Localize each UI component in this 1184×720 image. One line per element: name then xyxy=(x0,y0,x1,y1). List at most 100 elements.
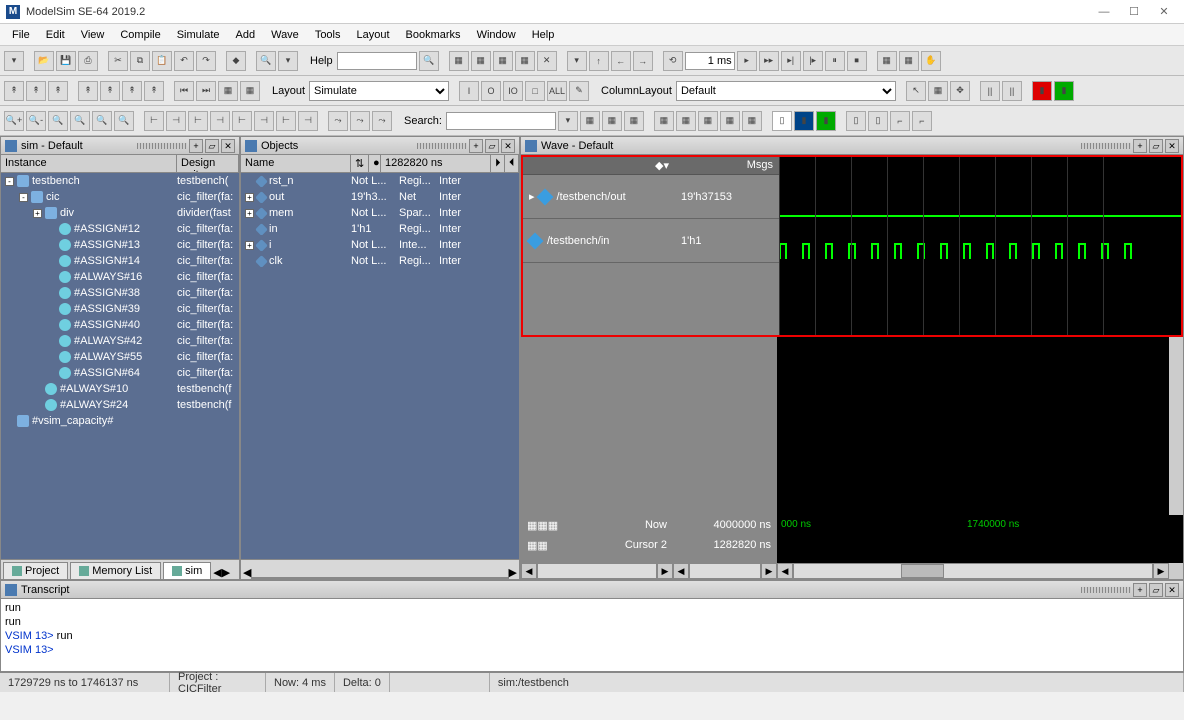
scroll-track[interactable] xyxy=(689,563,761,579)
run-time-input[interactable] xyxy=(685,52,735,70)
sim-add-button[interactable]: + xyxy=(189,139,203,153)
up-arrow-button[interactable]: ↑ xyxy=(589,51,609,71)
sig-red-icon[interactable]: ▮ xyxy=(1032,81,1052,101)
menu-edit[interactable]: Edit xyxy=(38,27,73,43)
mode-btn-2[interactable]: O xyxy=(481,81,501,101)
tb-btn-g[interactable]: ▦ xyxy=(877,51,897,71)
wave-btn-2[interactable]: ⊣ xyxy=(166,111,186,131)
cursor-btn-6[interactable]: ↟ xyxy=(144,81,164,101)
trans-btn-1[interactable]: ⤳ xyxy=(328,111,348,131)
wave-btn-5[interactable]: ⊢ xyxy=(232,111,252,131)
tb-btn-e[interactable]: ✕ xyxy=(537,51,557,71)
zoom-full-button[interactable]: 🔍 xyxy=(48,111,68,131)
trans-btn-3[interactable]: ⤳ xyxy=(372,111,392,131)
scroll-track[interactable] xyxy=(793,563,1153,579)
view-btn-6[interactable]: ⌐ xyxy=(890,111,910,131)
mode-btn-6[interactable]: ✎ xyxy=(569,81,589,101)
wave-btn-1[interactable]: ⊢ xyxy=(144,111,164,131)
zoom-btn-3[interactable]: 🔍 xyxy=(114,111,134,131)
tree-row[interactable]: #ALWAYS#16cic_filter(fa: xyxy=(1,269,239,285)
zoom-tool-button[interactable]: ▦ xyxy=(928,81,948,101)
save-button[interactable]: 💾 xyxy=(56,51,76,71)
transcript-body[interactable]: run run VSIM 13> run VSIM 13> xyxy=(1,599,1183,671)
scroll-track[interactable] xyxy=(537,563,657,579)
menu-bookmarks[interactable]: Bookmarks xyxy=(398,27,469,43)
tb-btn-h[interactable]: ▦ xyxy=(899,51,919,71)
pane-handle[interactable] xyxy=(417,143,467,149)
columnlayout-select[interactable]: Default xyxy=(676,81,896,101)
transcript-add-button[interactable]: + xyxy=(1133,583,1147,597)
tab-project[interactable]: Project xyxy=(3,562,68,579)
tab-scroll-right[interactable]: ▶ xyxy=(222,566,230,579)
obj-add-button[interactable]: + xyxy=(469,139,483,153)
tree-row[interactable]: #ALWAYS#42cic_filter(fa: xyxy=(1,333,239,349)
stop-button[interactable]: ⏹ xyxy=(847,51,867,71)
edge-next-button[interactable]: ⏭ xyxy=(196,81,216,101)
cursor-btn-1[interactable]: ↟ xyxy=(26,81,46,101)
menu-help[interactable]: Help xyxy=(524,27,563,43)
tree-row[interactable]: #ALWAYS#24testbench(f xyxy=(1,397,239,413)
mode-btn-3[interactable]: IO xyxy=(503,81,523,101)
expand-toggle[interactable]: + xyxy=(245,193,254,202)
find-button[interactable]: 🔍 xyxy=(256,51,276,71)
zoom-btn-1[interactable]: 🔍 xyxy=(70,111,90,131)
mode-btn-4[interactable]: □ xyxy=(525,81,545,101)
scroll-right-button[interactable]: ▶ xyxy=(761,563,777,579)
expand-toggle[interactable]: - xyxy=(5,177,14,186)
obj-detach-button[interactable]: ▱ xyxy=(485,139,499,153)
find-next-button[interactable]: ▾ xyxy=(278,51,298,71)
break-button[interactable]: ⏸ xyxy=(825,51,845,71)
expand-icon[interactable]: ▸ xyxy=(529,190,535,203)
tree-row[interactable]: #ASSIGN#39cic_filter(fa: xyxy=(1,301,239,317)
tree-row[interactable]: #ASSIGN#12cic_filter(fa: xyxy=(1,221,239,237)
tree-row[interactable]: #ASSIGN#64cic_filter(fa: xyxy=(1,365,239,381)
wave-signal-out[interactable]: ▸ /testbench/out xyxy=(523,175,675,219)
tb-btn-b[interactable]: ▦ xyxy=(471,51,491,71)
obj-col-filter3[interactable]: ⏴ xyxy=(505,155,519,172)
obj-scroll-right[interactable]: ▶ xyxy=(509,566,517,579)
object-row[interactable]: rst_nNot L...Regi...Inter xyxy=(241,173,519,189)
menu-layout[interactable]: Layout xyxy=(349,27,398,43)
menu-file[interactable]: File xyxy=(4,27,38,43)
zoom-btn-2[interactable]: 🔍 xyxy=(92,111,112,131)
cursor-btn-3[interactable]: ↟ xyxy=(78,81,98,101)
menu-compile[interactable]: Compile xyxy=(112,27,168,43)
scroll-left-button[interactable]: ◀ xyxy=(777,563,793,579)
run-all-button[interactable]: ▸▸ xyxy=(759,51,779,71)
tb-btn-f[interactable]: ▾ xyxy=(567,51,587,71)
sim-col-designunit[interactable]: Design unit xyxy=(177,155,239,172)
select-tool-button[interactable]: ↖ xyxy=(906,81,926,101)
step-button[interactable]: |▸ xyxy=(803,51,823,71)
tb-btn-c[interactable]: ▦ xyxy=(493,51,513,71)
object-row[interactable]: + out19'h3...NetInter xyxy=(241,189,519,205)
obj-col-filter1[interactable]: ⇅ xyxy=(351,155,369,172)
sig-btn-1[interactable]: ▦ xyxy=(654,111,674,131)
wave-signal-in[interactable]: /testbench/in xyxy=(523,219,675,263)
cursor-btn-2[interactable]: ↟ xyxy=(48,81,68,101)
back-button[interactable]: ← xyxy=(611,51,631,71)
minimize-button[interactable]: — xyxy=(1090,3,1118,21)
obj-col-filter2[interactable]: ⏵ xyxy=(491,155,505,172)
maximize-button[interactable]: ☐ xyxy=(1120,3,1148,21)
tree-row[interactable]: #ASSIGN#13cic_filter(fa: xyxy=(1,237,239,253)
obj-scroll-left[interactable]: ◀ xyxy=(243,566,251,579)
wave-names-header[interactable]: ◆▾ xyxy=(523,157,675,175)
objects-tree[interactable]: rst_nNot L...Regi...Inter+ out19'h3...Ne… xyxy=(241,173,519,559)
menu-simulate[interactable]: Simulate xyxy=(169,27,228,43)
pane-handle[interactable] xyxy=(137,143,187,149)
paste-button[interactable]: 📋 xyxy=(152,51,172,71)
object-row[interactable]: clkNot L...Regi...Inter xyxy=(241,253,519,269)
zoom-out-button[interactable]: 🔍- xyxy=(26,111,46,131)
wave-close-button[interactable]: ✕ xyxy=(1165,139,1179,153)
cursor-btn-4[interactable]: ↟ xyxy=(100,81,120,101)
search-input[interactable] xyxy=(446,112,556,130)
wave-ruler[interactable]: 000 ns 1740000 ns xyxy=(777,515,1183,563)
menu-tools[interactable]: Tools xyxy=(307,27,349,43)
wave-vscroll[interactable] xyxy=(1169,337,1183,515)
pane-handle[interactable] xyxy=(1081,143,1131,149)
wave-btn-4[interactable]: ⊣ xyxy=(210,111,230,131)
wave-empty-plot[interactable] xyxy=(777,337,1169,515)
compile-button[interactable]: ◆ xyxy=(226,51,246,71)
sig-btn-3[interactable]: ▦ xyxy=(698,111,718,131)
group-btn-1[interactable]: || xyxy=(980,81,1000,101)
